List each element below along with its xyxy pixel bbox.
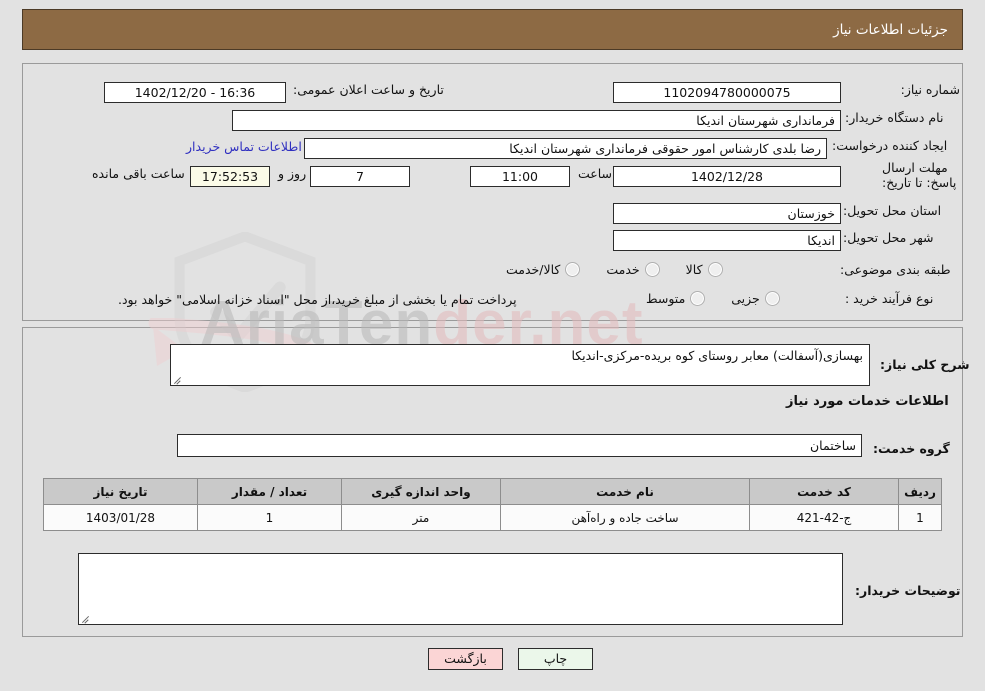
payment-note: پرداخت تمام یا بخشی از مبلغ خرید،از محل … xyxy=(118,292,517,307)
resize-grip-icon[interactable] xyxy=(81,613,91,623)
category-label: طبقه بندی موضوعی: xyxy=(840,262,951,277)
creator-label: ایجاد کننده درخواست: xyxy=(832,138,948,153)
radio-button-icon[interactable] xyxy=(644,262,660,277)
resize-grip-icon[interactable] xyxy=(173,374,183,384)
city-label: شهر محل تحویل: xyxy=(843,230,934,245)
table-cell-service-code: ج-42-421 xyxy=(749,504,899,531)
table-cell-row-no: 1 xyxy=(898,504,942,531)
countdown-timer: 17:52:53 xyxy=(190,166,270,187)
category-option-label: کالا xyxy=(685,262,703,277)
table-cell-need-date: 1403/01/28 xyxy=(43,504,198,531)
table-column-header: تعداد / مقدار xyxy=(197,478,342,505)
page-title: جزئیات اطلاعات نیاز xyxy=(833,21,948,38)
announce-datetime-label: تاریخ و ساعت اعلان عمومی: xyxy=(293,82,444,97)
back-button[interactable]: بازگشت xyxy=(428,648,503,670)
table-column-header: کد خدمت xyxy=(749,478,899,505)
buyer-notes-label: توضیحات خریدار: xyxy=(855,583,961,598)
table-column-header: ردیف xyxy=(898,478,942,505)
province-label: استان محل تحویل: xyxy=(843,203,942,218)
table-header-row: ردیف کد خدمت نام خدمت واحد اندازه گیری تعداد… xyxy=(43,478,942,505)
page-title-bar: جزئیات اطلاعات نیاز xyxy=(22,9,963,50)
announce-datetime-value: 16:36 - 1402/12/20 xyxy=(104,82,286,103)
process-option-0[interactable]: جزیی xyxy=(731,291,780,306)
service-group-label: گروه خدمت: xyxy=(873,441,950,456)
category-radio-group: کالا خدمت کالا/خدمت xyxy=(480,262,723,277)
hour-label: ساعت xyxy=(578,166,613,181)
radio-button-icon[interactable] xyxy=(565,262,581,277)
buyer-org-label: نام دستگاه خریدار: xyxy=(845,110,944,125)
deadline-label: مهلت ارسال پاسخ: تا تاریخ: xyxy=(882,160,957,190)
city-value: اندیکا xyxy=(613,230,841,251)
table-column-header: تاریخ نیاز xyxy=(43,478,198,505)
services-section-heading: اطلاعات خدمات مورد نیاز xyxy=(786,394,949,409)
remaining-suffix-label: ساعت باقی مانده xyxy=(92,166,185,181)
service-group-value: ساختمان xyxy=(177,434,862,457)
radio-button-icon[interactable] xyxy=(690,291,706,306)
services-table: ردیف کد خدمت نام خدمت واحد اندازه گیری تعداد… xyxy=(43,478,942,531)
category-option-label: کالا/خدمت xyxy=(506,262,561,277)
need-number-label: شماره نیاز: xyxy=(900,82,960,97)
radio-button-icon[interactable] xyxy=(764,291,780,306)
category-option-2[interactable]: کالا/خدمت xyxy=(506,262,581,277)
process-label: نوع فرآیند خرید : xyxy=(845,291,934,306)
table-row: 1 ج-42-421 ساخت جاده و راه‌آهن متر 1 1403/01/… xyxy=(43,504,942,531)
buyer-contact-link[interactable]: اطلاعات تماس خریدار xyxy=(186,139,302,154)
need-number-value: 1102094780000075 xyxy=(613,82,841,103)
days-remaining-value: 7 xyxy=(310,166,410,187)
deadline-date-value: 1402/12/28 xyxy=(613,166,841,187)
table-column-header: واحد اندازه گیری xyxy=(341,478,501,505)
table-column-header: نام خدمت xyxy=(500,478,750,505)
print-button[interactable]: چاپ xyxy=(518,648,593,670)
need-summary-textarea[interactable]: بهسازی(آسفالت) معابر روستای کوه بریده-مر… xyxy=(170,344,870,386)
days-word-label: روز و xyxy=(278,166,307,181)
table-cell-unit: متر xyxy=(341,504,501,531)
table-cell-service-name: ساخت جاده و راه‌آهن xyxy=(500,504,750,531)
process-option-label: متوسط xyxy=(646,291,686,306)
process-option-1[interactable]: متوسط xyxy=(646,291,706,306)
process-option-label: جزیی xyxy=(731,291,760,306)
buyer-org-value: فرمانداری شهرستان اندیکا xyxy=(232,110,841,131)
table-cell-quantity: 1 xyxy=(197,504,342,531)
hour-value: 11:00 xyxy=(470,166,570,187)
category-option-0[interactable]: کالا xyxy=(686,262,723,277)
process-radio-group: جزیی متوسط xyxy=(620,291,780,306)
need-summary-text: بهسازی(آسفالت) معابر روستای کوه بریده-مر… xyxy=(571,348,863,363)
buyer-notes-textarea[interactable] xyxy=(78,553,843,625)
radio-button-icon[interactable] xyxy=(707,262,723,277)
creator-value: رضا بلدی کارشناس امور حقوقی فرمانداری شه… xyxy=(304,138,827,159)
province-value: خوزستان xyxy=(613,203,841,224)
category-option-label: خدمت xyxy=(606,262,640,277)
need-summary-label: شرح کلی نیاز: xyxy=(880,357,970,372)
category-option-1[interactable]: خدمت xyxy=(606,262,660,277)
